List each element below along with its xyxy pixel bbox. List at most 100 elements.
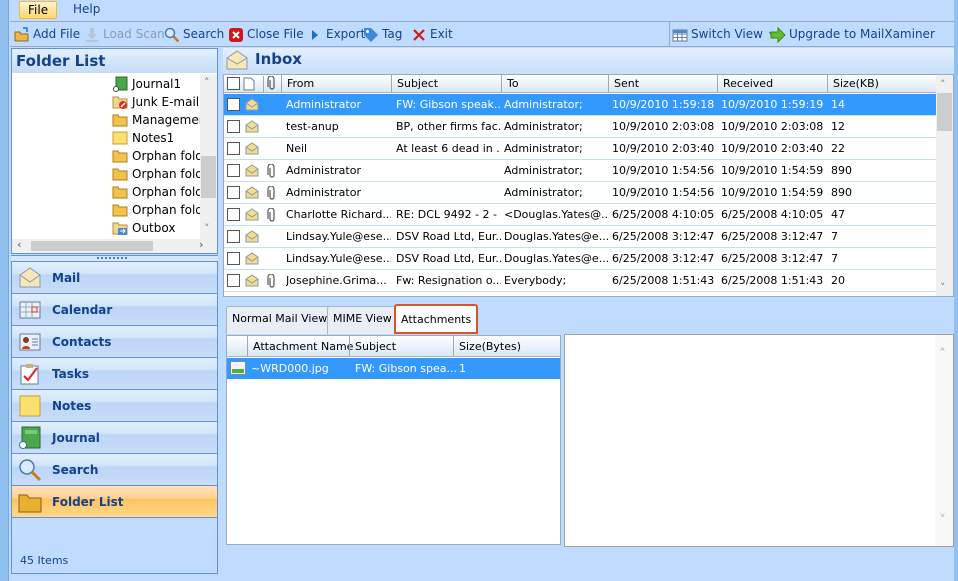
preview-scrollbar[interactable]: ˄ ˅ xyxy=(935,335,953,546)
email-row[interactable]: Administrator FW: Gibson speak... Administ… xyxy=(224,94,937,116)
row-checkbox[interactable] xyxy=(227,98,240,111)
scroll-up-icon[interactable]: ˄ xyxy=(939,347,946,363)
scrollbar-thumb[interactable] xyxy=(937,93,952,131)
folder-list-title: Folder List xyxy=(12,49,217,73)
search-button[interactable]: Search xyxy=(164,25,224,44)
row-checkbox[interactable] xyxy=(227,208,240,221)
column-header-subject[interactable]: Subject xyxy=(391,75,501,93)
export-button[interactable]: Export xyxy=(307,25,365,44)
scroll-up-icon[interactable]: ˄ xyxy=(204,76,210,89)
column-header-attachment-size[interactable]: Size(Bytes) xyxy=(453,336,560,357)
switch-view-button[interactable]: Switch View ▼ xyxy=(672,25,775,44)
scroll-down-icon[interactable]: ˅ xyxy=(940,281,946,294)
cell-sent: 6/25/2008 1:51:43 ... xyxy=(612,274,717,287)
column-header-attachment-subject[interactable]: Subject xyxy=(349,336,453,357)
tree-item-orphan-folder[interactable]: Orphan fold xyxy=(112,147,200,165)
attachment-row[interactable]: ~WRD000.jpg FW: Gibson spea... 1 xyxy=(227,358,560,379)
nav-item-mail[interactable]: Mail xyxy=(12,262,217,294)
email-grid-scrollbar[interactable]: ˄ ˅ xyxy=(936,75,953,296)
email-row[interactable]: Josephine.Grima... Fw: Resignation o... Ev… xyxy=(224,270,937,292)
tree-item-notes1[interactable]: Notes1 xyxy=(112,129,174,147)
scroll-right-icon[interactable]: › xyxy=(199,238,204,251)
nav-item-search[interactable]: Search xyxy=(12,454,217,486)
close-file-button[interactable]: Close File xyxy=(228,25,304,44)
tab-attachments[interactable]: Attachments xyxy=(394,304,479,334)
view-tabs: Normal Mail View MIME View Attachments xyxy=(223,302,954,334)
calendar-icon xyxy=(18,298,42,322)
menu-help[interactable]: Help xyxy=(65,1,108,19)
email-row[interactable]: Lindsay.Yule@ese... DSV Road Ltd, Eur... D… xyxy=(224,248,937,270)
navigation-pane: Mail Calendar Contacts Tasks Notes Journ… xyxy=(11,262,218,548)
tree-item-orphan-folder[interactable]: Orphan fold xyxy=(112,201,200,219)
email-row[interactable]: Neil At least 6 dead in ... Administrator;… xyxy=(224,138,937,160)
folder-icon xyxy=(112,112,128,128)
scrollbar-thumb[interactable] xyxy=(31,241,153,251)
exit-button[interactable]: Exit xyxy=(411,25,453,44)
tag-button[interactable]: Tag xyxy=(363,25,402,44)
folder-tree-vertical-scrollbar[interactable]: ˄ ˅ xyxy=(200,74,217,239)
tab-mime-view[interactable]: MIME View xyxy=(327,306,398,334)
window-frame-right xyxy=(954,0,958,581)
add-file-button[interactable]: Add File xyxy=(14,25,80,44)
row-checkbox[interactable] xyxy=(227,120,240,133)
row-checkbox[interactable] xyxy=(227,186,240,199)
column-header-to[interactable]: To xyxy=(501,75,608,93)
scroll-down-icon[interactable]: ˅ xyxy=(939,513,946,529)
tree-item-journal1[interactable]: Journal1 xyxy=(112,75,181,93)
tree-item-junk-email[interactable]: Junk E-mail xyxy=(112,93,199,111)
nav-item-folder-list[interactable]: Folder List xyxy=(12,486,217,518)
column-header-from[interactable]: From xyxy=(281,75,391,93)
nav-item-notes[interactable]: Notes xyxy=(12,390,217,422)
scroll-left-icon[interactable]: ‹ xyxy=(17,238,22,251)
envelope-icon xyxy=(245,252,259,268)
folder-tree-horizontal-scrollbar[interactable]: ‹ › xyxy=(12,238,217,253)
nav-item-tasks[interactable]: Tasks xyxy=(12,358,217,390)
cell-sent: 6/25/2008 3:12:47 ... xyxy=(612,230,717,243)
row-checkbox[interactable] xyxy=(227,274,240,287)
envelope-icon xyxy=(245,230,259,246)
row-checkbox[interactable] xyxy=(227,164,240,177)
notes-icon xyxy=(112,130,128,146)
email-row[interactable]: Administrator Administrator; 10/9/2010 1:5… xyxy=(224,160,937,182)
nav-item-contacts[interactable]: Contacts xyxy=(12,326,217,358)
column-header-attachment-name[interactable]: Attachment Name xyxy=(247,336,353,357)
email-row[interactable]: Charlotte Richard... RE: DCL 9492 - 2 - .… xyxy=(224,204,937,226)
scrollbar-thumb[interactable] xyxy=(201,156,216,198)
tree-item-outbox[interactable]: Outbox xyxy=(112,219,175,237)
tree-item-orphan-folder[interactable]: Orphan fold xyxy=(112,183,200,201)
toolbar: Add File Load Scan Search Close File Exp… xyxy=(10,21,954,47)
grid-view-icon xyxy=(672,27,688,43)
email-row[interactable]: Lindsay.Yule@ese... DSV Road Ltd, Eur... D… xyxy=(224,226,937,248)
cell-from: Josephine.Grima... xyxy=(286,274,387,287)
grip-dots xyxy=(97,257,127,259)
image-file-icon xyxy=(230,361,246,378)
email-row[interactable]: Administrator Administrator; 10/9/2010 1:5… xyxy=(224,182,937,204)
row-checkbox[interactable] xyxy=(227,142,240,155)
cell-size: 890 xyxy=(831,186,852,199)
cell-subject: RE: DCL 9492 - 2 - ... xyxy=(396,208,501,221)
email-row[interactable]: test-anup BP, other firms fac... Administr… xyxy=(224,116,937,138)
inbox-header: Inbox xyxy=(223,48,954,74)
cell-sent: 10/9/2010 2:03:08 ... xyxy=(612,120,717,133)
upgrade-button[interactable]: Upgrade to MailXaminer xyxy=(770,25,935,44)
tasks-icon xyxy=(18,362,42,386)
column-header-sent[interactable]: Sent xyxy=(608,75,717,93)
load-scan-button[interactable]: Load Scan xyxy=(84,25,165,44)
nav-item-journal[interactable]: Journal xyxy=(12,422,217,454)
row-checkbox[interactable] xyxy=(227,252,240,265)
attachment-column-icon[interactable] xyxy=(263,75,277,93)
close-file-label: Close File xyxy=(247,27,304,41)
menu-file[interactable]: File xyxy=(19,1,58,19)
nav-item-calendar[interactable]: Calendar xyxy=(12,294,217,326)
column-header-received[interactable]: Received xyxy=(717,75,827,93)
tree-item-orphan-folder[interactable]: Orphan fold xyxy=(112,165,200,183)
scroll-up-icon[interactable]: ˄ xyxy=(940,78,946,91)
pane-splitter[interactable] xyxy=(11,255,218,262)
select-all-checkbox[interactable] xyxy=(227,77,240,90)
scroll-down-icon[interactable]: ˅ xyxy=(204,222,210,235)
load-scan-label: Load Scan xyxy=(103,27,165,41)
row-checkbox[interactable] xyxy=(227,230,240,243)
column-header-size[interactable]: Size(KB) xyxy=(827,75,937,93)
tab-normal-mail-view[interactable]: Normal Mail View xyxy=(226,306,334,334)
tree-item-management[interactable]: Managemer xyxy=(112,111,200,129)
